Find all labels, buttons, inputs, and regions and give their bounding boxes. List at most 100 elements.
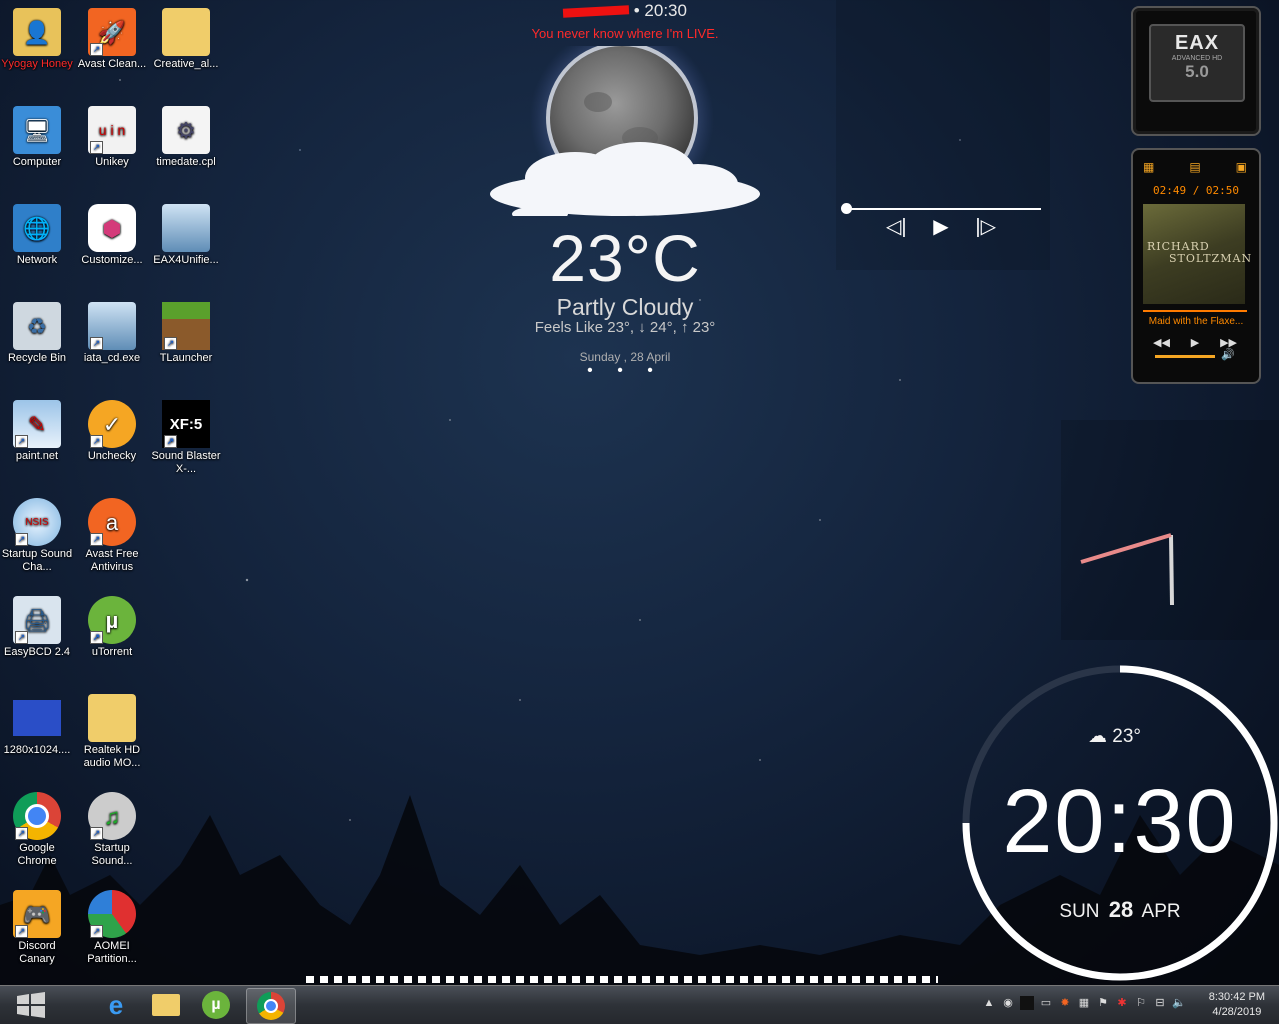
music-gadget: ▦ ▤ ▣ 02:49 / 02:50 RICHARD STOLTZMAN Ma… <box>1131 148 1261 384</box>
dotted-progress-bar <box>306 976 938 983</box>
previous-button[interactable]: ◁| <box>886 214 907 239</box>
speaker-tray-icon[interactable]: 🔈 <box>1172 996 1186 1010</box>
desktop-icon-label: Computer <box>12 156 62 168</box>
taskbar-internet-explorer[interactable]: e <box>92 988 140 1022</box>
desktop-icon-realtek-folder[interactable]: Realtek HD audio MO... <box>75 694 149 770</box>
clock-date: SUN 28 APR <box>960 897 1279 923</box>
utorrent-icon: µ ↗ <box>88 596 136 644</box>
taskbar-file-explorer[interactable] <box>142 988 190 1022</box>
desktop-icon-avast-antivirus[interactable]: a ↗ Avast Free Antivirus <box>75 498 149 574</box>
desktop-icon-label: Network <box>16 254 58 266</box>
desktop-icon-label: Recycle Bin <box>7 352 67 364</box>
desktop-icon-label: Unchecky <box>87 450 137 462</box>
desktop-icon-label: paint.net <box>15 450 59 462</box>
taskbar-utorrent[interactable]: µ <box>192 988 240 1022</box>
clock-hour-hand <box>1169 534 1174 606</box>
album-artist-line2: STOLTZMAN <box>1169 252 1253 265</box>
seek-knob[interactable] <box>841 203 852 214</box>
volume-icon[interactable]: 🔊 <box>1221 348 1235 361</box>
aomei-partition-icon: ↗ <box>88 890 136 938</box>
desktop-icon-timedate[interactable]: ⚙ timedate.cpl <box>149 106 223 169</box>
album-cover: RICHARD STOLTZMAN <box>1143 204 1251 304</box>
music-progress[interactable] <box>1143 310 1247 312</box>
network-icon: 🌐 <box>13 204 61 252</box>
volume-slider[interactable] <box>1155 355 1215 358</box>
cloud-moon-icon: ☁ <box>1088 726 1107 747</box>
desktop-icon-easybcd[interactable]: 🖨 ↗ EasyBCD 2.4 <box>0 596 74 659</box>
music-toolbar: ▦ ▤ ▣ <box>1143 160 1247 174</box>
rewind-button[interactable]: ◀◀ <box>1153 336 1170 349</box>
eax-gadget[interactable]: EAX ADVANCED HD 5.0 <box>1131 6 1261 136</box>
unikey-icon: u i n ↗ <box>88 106 136 154</box>
taskbar-clock-date: 4/28/2019 <box>1212 1006 1262 1018</box>
folder-icon <box>88 694 136 742</box>
eax-subtitle: ADVANCED HD <box>1171 55 1223 62</box>
desktop-icon-paint-net[interactable]: ✎ ↗ paint.net <box>0 400 74 463</box>
avast-cleanup-icon: 🚀 ↗ <box>88 8 136 56</box>
weather-feels-like: Feels Like 23°, ↓ 24°, ↑ 23° <box>534 319 716 336</box>
taskbar-clock[interactable]: 8:30:42 PM 4/28/2019 <box>1209 990 1265 1020</box>
avast-tray-icon[interactable]: ✸ <box>1058 996 1072 1010</box>
easybcd-icon: 🖨 ↗ <box>13 596 61 644</box>
weather-top-time: • 20:30 <box>480 1 770 21</box>
flag-tray-icon[interactable]: ⚑ <box>1096 996 1110 1010</box>
circular-clock-widget: ☁ 23° 20:30 SUN 28 APR <box>960 663 1279 983</box>
music-play-button[interactable]: ▶ <box>1191 336 1199 349</box>
desktop-icon-aomei[interactable]: ↗ AOMEI Partition... <box>75 890 149 966</box>
recycle-bin-icon: ♻ <box>13 302 61 350</box>
weather-condition: Partly Cloudy <box>556 294 694 320</box>
eax-logo: EAX ADVANCED HD 5.0 <box>1149 24 1245 102</box>
tray-expand-icon[interactable]: ▲ <box>982 996 996 1010</box>
action-center-icon[interactable]: ⚐ <box>1134 996 1148 1010</box>
weather-page-dots[interactable]: • • • <box>480 362 770 380</box>
desktop-icon-user-folder[interactable]: 👤 Yyogay Honey <box>0 8 74 71</box>
network-tray-icon[interactable]: ▦ <box>1077 996 1091 1010</box>
desktop-icon-avast-cleanup[interactable]: 🚀 ↗ Avast Clean... <box>75 8 149 71</box>
bug-tray-icon[interactable]: ✱ <box>1115 996 1129 1010</box>
weather-tagline: You never know where I'm LIVE. <box>531 26 719 41</box>
seek-bar[interactable] <box>846 208 1041 210</box>
desktop-icon-label: Sound Blaster X-... <box>151 450 221 475</box>
desktop-icon-sound-blaster[interactable]: XF:5 ↗ Sound Blaster X-... <box>149 400 223 476</box>
display-tray-icon[interactable]: ▭ <box>1039 996 1053 1010</box>
desktop-icon-startup-sound-changer[interactable]: NSIS ↗ Startup Sound Cha... <box>0 498 74 574</box>
black-square-tray-icon[interactable] <box>1020 996 1034 1010</box>
start-button[interactable] <box>5 988 57 1022</box>
desktop-icon-image-file[interactable]: 1280x1024.... <box>0 694 74 757</box>
player-controls: ◁| ▶ |▷ <box>886 214 996 239</box>
desktop-icon-discord-canary[interactable]: 🎮 ↗ Discord Canary <box>0 890 74 966</box>
desktop-icon-unchecky[interactable]: ✓ ↗ Unchecky <box>75 400 149 463</box>
now-playing-icon[interactable]: ▣ <box>1236 160 1247 174</box>
desktop-icon-customize[interactable]: ⬢ Customize... <box>75 204 149 267</box>
desktop-icon-utorrent[interactable]: µ ↗ uTorrent <box>75 596 149 659</box>
desktop-icon-computer[interactable]: 🖥 Computer <box>0 106 74 169</box>
next-button[interactable]: |▷ <box>975 214 996 239</box>
clock-minute-hand <box>1080 533 1172 564</box>
discord-tray-icon[interactable]: ◉ <box>1001 996 1015 1010</box>
customize-icon: ⬢ <box>88 204 136 252</box>
desktop-icon-chrome[interactable]: ↗ Google Chrome <box>0 792 74 868</box>
sound-blaster-icon: XF:5 ↗ <box>162 400 210 448</box>
desktop-icon-network[interactable]: 🌐 Network <box>0 204 74 267</box>
desktop-icon-startup-sound[interactable]: ♫ ↗ Startup Sound... <box>75 792 149 868</box>
play-button[interactable]: ▶ <box>933 214 948 239</box>
taskbar-chrome[interactable] <box>246 988 296 1024</box>
music-library-icon[interactable]: ▦ <box>1143 160 1154 174</box>
desktop-icon-label: 1280x1024.... <box>3 744 71 756</box>
desktop-icon-label: Realtek HD audio MO... <box>83 744 141 769</box>
desktop-icon-recycle-bin[interactable]: ♻ Recycle Bin <box>0 302 74 365</box>
desktop-icon-unikey[interactable]: u i n ↗ Unikey <box>75 106 149 169</box>
desktop-icon-iata-cd[interactable]: ↗ iata_cd.exe <box>75 302 149 365</box>
desktop-icon-creative-folder[interactable]: Creative_al... <box>149 8 223 71</box>
playlist-icon[interactable]: ▤ <box>1189 160 1200 174</box>
weather-temperature: 23°C <box>549 221 701 295</box>
timedate-cpl-icon: ⚙ <box>162 106 210 154</box>
computer-icon: 🖥 <box>13 106 61 154</box>
desktop-icon-tlauncher[interactable]: ↗ TLauncher <box>149 302 223 365</box>
desktop-icon-label: Customize... <box>81 254 143 266</box>
iata-cd-icon: ↗ <box>88 302 136 350</box>
moon-cloud-icon <box>480 26 770 222</box>
weather-widget: • 20:30 You never know where I'm LIVE. 2… <box>480 0 770 380</box>
network-status-icon[interactable]: ⊟ <box>1153 996 1167 1010</box>
desktop-icon-eax4unified[interactable]: EAX4Unifie... <box>149 204 223 267</box>
